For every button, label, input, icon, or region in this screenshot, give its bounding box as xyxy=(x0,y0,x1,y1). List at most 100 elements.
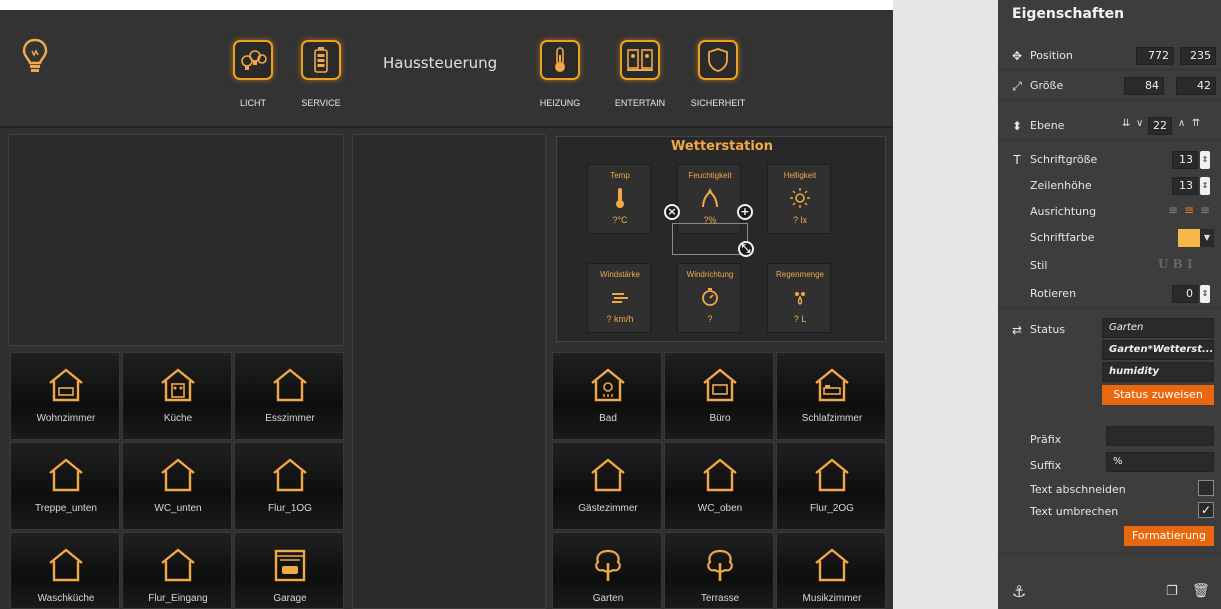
align-center-icon[interactable]: ≡ xyxy=(1184,203,1194,217)
room-tile-wc-oben[interactable]: WC_oben xyxy=(664,442,774,530)
weather-label: Windrichtung xyxy=(686,270,734,279)
status-id-field[interactable]: Garten*Wetterst... xyxy=(1102,340,1214,360)
house-desk-icon xyxy=(703,368,737,402)
cut-text-checkbox[interactable] xyxy=(1198,480,1214,496)
header-bar: LICHT SERVICE Haussteuerung HEIZUNG ENTE… xyxy=(0,10,893,128)
empty-panel-center[interactable] xyxy=(352,134,546,609)
position-y-input[interactable]: 235 xyxy=(1180,47,1216,65)
resize-handle-icon[interactable]: ⤡ xyxy=(738,241,754,257)
wrap-text-checkbox[interactable]: ✓ xyxy=(1198,502,1214,518)
thermometer-icon xyxy=(555,47,565,72)
layer-down-icon[interactable]: ∨ xyxy=(1136,118,1143,129)
layer-input[interactable]: 22 xyxy=(1148,117,1172,135)
entertain-button[interactable] xyxy=(620,40,660,80)
room-tile-waschkueche[interactable]: Waschküche xyxy=(10,532,120,609)
weather-value: ?°C xyxy=(612,215,628,225)
fontsize-row: T Schriftgröße 13 ⇕ xyxy=(998,146,1221,174)
wrap-text-row: Text umbrechen ✓ xyxy=(998,498,1221,526)
house-sofa-icon xyxy=(49,368,83,402)
assign-status-button[interactable]: Status zuweisen xyxy=(1102,385,1214,405)
room-label: Musikzimmer xyxy=(802,593,862,604)
prefix-input[interactable] xyxy=(1106,426,1214,446)
layer-top-icon[interactable]: ⇈ xyxy=(1192,118,1200,129)
house-icon xyxy=(161,458,195,492)
thermometer-icon xyxy=(616,188,624,208)
room-tile-buero[interactable]: Büro xyxy=(664,352,774,440)
weather-cell-temp[interactable]: Temp ?°C xyxy=(587,164,651,234)
room-label: Garten xyxy=(592,593,624,604)
format-button[interactable]: Formatierung xyxy=(1124,526,1214,546)
licht-button[interactable] xyxy=(233,40,273,80)
sicherheit-button[interactable] xyxy=(698,40,738,80)
room-tile-musikzimmer[interactable]: Musikzimmer xyxy=(776,532,886,609)
lineheight-input[interactable]: 13 xyxy=(1172,177,1198,195)
properties-title: Eigenschaften xyxy=(1012,6,1125,22)
room-tile-gaestezimmer[interactable]: Gästezimmer xyxy=(552,442,662,530)
fontsize-input[interactable]: 13 xyxy=(1172,151,1198,169)
room-tile-flur-1og[interactable]: Flur_1OG xyxy=(234,442,344,530)
service-button[interactable] xyxy=(301,40,341,80)
rotate-row: Rotieren 0 ⇕ xyxy=(998,280,1221,308)
size-height-input[interactable]: 42 xyxy=(1176,77,1216,95)
wrap-text-label: Text umbrechen xyxy=(1030,505,1119,518)
weather-cell-rain[interactable]: Regenmenge ? L xyxy=(767,263,831,333)
room-tile-flur-eingang[interactable]: Flur_Eingang xyxy=(122,532,232,609)
remove-handle-icon[interactable]: × xyxy=(664,204,680,220)
properties-panel: Eigenschaften ✥ Position 772 235 ⤢ Größe… xyxy=(998,0,1221,609)
layer-up-icon[interactable]: ∧ xyxy=(1178,118,1185,129)
fontcolor-swatch[interactable] xyxy=(1178,229,1200,247)
resize-icon: ⤢ xyxy=(1012,79,1022,93)
house-icon xyxy=(815,548,849,582)
room-tile-treppe-unten[interactable]: Treppe_unten xyxy=(10,442,120,530)
house-bed-icon xyxy=(815,368,849,402)
room-tile-flur-2og[interactable]: Flur_2OG xyxy=(776,442,886,530)
room-tile-esszimmer[interactable]: Esszimmer xyxy=(234,352,344,440)
style-buttons[interactable]: U B I xyxy=(1158,257,1193,271)
selection-box[interactable] xyxy=(672,223,748,255)
align-left-icon[interactable]: ≡ xyxy=(1168,203,1178,217)
suffix-input[interactable]: % xyxy=(1106,452,1214,472)
house-icon xyxy=(273,368,307,402)
status-id-field[interactable]: Garten xyxy=(1102,318,1214,338)
copy-icon[interactable]: ❐ xyxy=(1166,584,1178,599)
lightbulb-icon[interactable] xyxy=(22,38,48,74)
weather-cell-brightness[interactable]: Helligkeit ? lx xyxy=(767,164,831,234)
align-label: Ausrichtung xyxy=(1030,205,1097,218)
fontcolor-row: Schriftfarbe ▼ xyxy=(998,224,1221,252)
align-right-icon[interactable]: ≡ xyxy=(1200,203,1210,217)
canvas-gap xyxy=(893,0,998,609)
room-tile-wohnzimmer[interactable]: Wohnzimmer xyxy=(10,352,120,440)
bulbs-icon xyxy=(241,50,267,70)
weather-cell-wind[interactable]: Windstärke ? km/h xyxy=(587,263,651,333)
lineheight-spinner[interactable]: ⇕ xyxy=(1200,177,1210,195)
heizung-button[interactable] xyxy=(540,40,580,80)
fontsize-spinner[interactable]: ⇕ xyxy=(1200,151,1210,169)
room-tile-schlafzimmer[interactable]: Schlafzimmer xyxy=(776,352,886,440)
weather-label: Regenmenge xyxy=(775,270,825,279)
empty-panel-left[interactable] xyxy=(8,134,344,346)
trash-icon[interactable]: 🗑 xyxy=(1192,583,1210,599)
room-tile-terrasse[interactable]: Terrasse xyxy=(664,532,774,609)
room-label: Gästezimmer xyxy=(578,503,638,514)
weather-cell-direction[interactable]: Windrichtung ? xyxy=(677,263,741,333)
room-tile-garten[interactable]: Garten xyxy=(552,532,662,609)
status-id-field[interactable]: humidity xyxy=(1102,362,1214,382)
anchor-icon[interactable]: ⚓ xyxy=(1012,582,1026,601)
chevron-down-icon[interactable]: ▼ xyxy=(1200,229,1214,247)
position-x-input[interactable]: 772 xyxy=(1136,47,1174,65)
room-tile-bad[interactable]: Bad xyxy=(552,352,662,440)
room-label: WC_unten xyxy=(154,503,202,514)
rotate-spinner[interactable]: ⇕ xyxy=(1200,285,1210,303)
rotate-input[interactable]: 0 xyxy=(1172,285,1198,303)
room-tile-garage[interactable]: Garage xyxy=(234,532,344,609)
layer-bottom-icon[interactable]: ⇊ xyxy=(1122,118,1130,129)
battery-icon xyxy=(314,47,328,73)
room-tile-kueche[interactable]: Küche xyxy=(122,352,232,440)
house-stove-icon xyxy=(161,368,195,402)
add-handle-icon[interactable]: + xyxy=(737,204,753,220)
size-label: Größe xyxy=(1030,79,1064,92)
house-icon xyxy=(49,458,83,492)
room-label: Wohnzimmer xyxy=(36,413,96,424)
room-tile-wc-unten[interactable]: WC_unten xyxy=(122,442,232,530)
size-width-input[interactable]: 84 xyxy=(1124,77,1164,95)
